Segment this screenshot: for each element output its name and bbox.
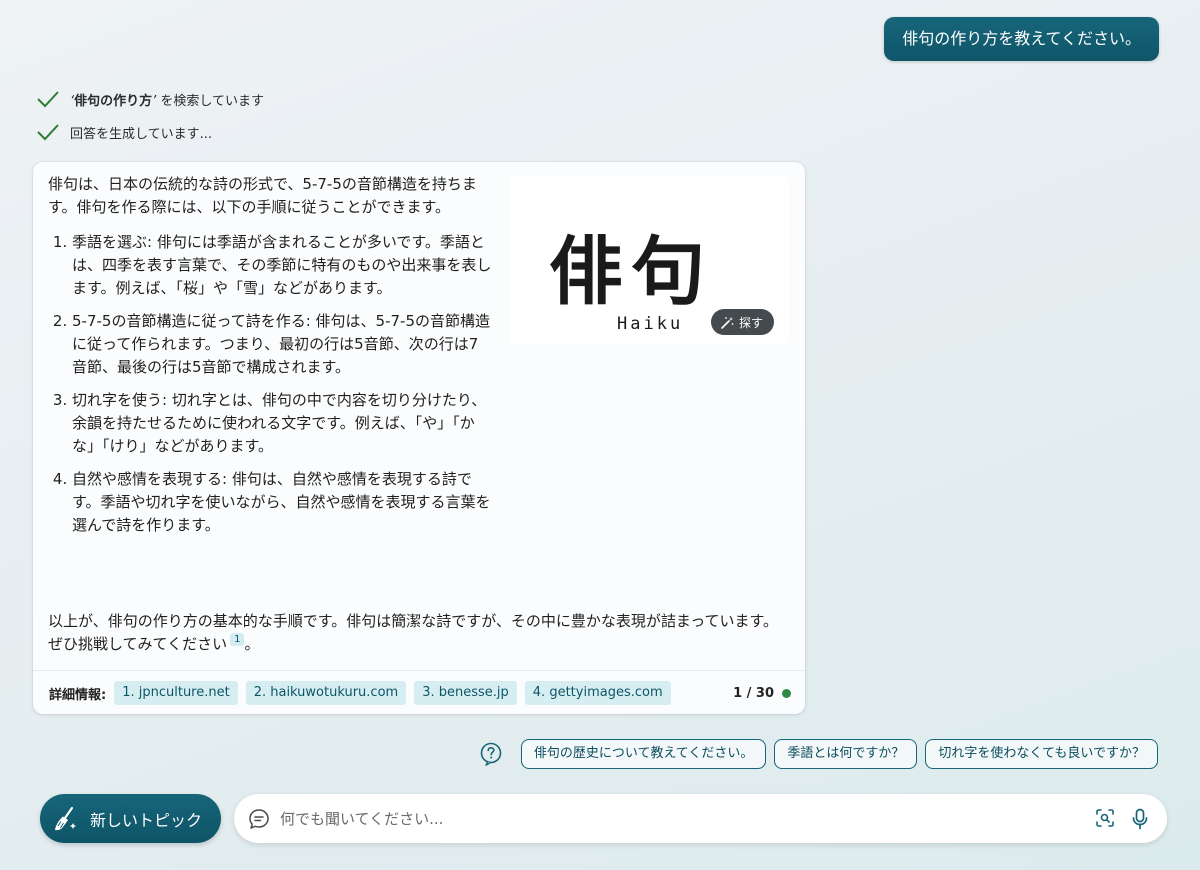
source-link[interactable]: 1. jpnculture.net	[114, 681, 238, 705]
answer-card: 俳句は、日本の伝統的な詩の形式で、5-7-5の音節構造を持ちます。俳句を作る際に…	[33, 162, 805, 714]
new-topic-label: 新しいトピック	[90, 810, 203, 830]
answer-intro: 俳句は、日本の伝統的な詩の形式で、5-7-5の音節構造を持ちます。俳句を作る際に…	[48, 175, 477, 216]
answer-conclusion: 以上が、俳句の作り方の基本的な手順です。俳句は簡潔な詩ですが、その中に豊かな表現…	[48, 612, 779, 653]
source-link[interactable]: 2. haikuwotukuru.com	[245, 681, 407, 705]
suggestions-bar: 俳句の歴史について教えてください。 季語とは何ですか？ 切れ字を使わなくても良い…	[479, 739, 1158, 769]
progress-generate-row: 回答を生成しています...	[36, 121, 264, 143]
answer-step: 自然や感情を表現する: 俳句は、自然や感情を表現する詩です。季語や切れ字を使いな…	[72, 468, 493, 537]
visual-search-icon[interactable]	[1095, 808, 1115, 828]
new-topic-button[interactable]: 新しいトピック	[40, 794, 221, 843]
chat-input[interactable]	[280, 809, 1060, 828]
microphone-icon[interactable]	[1132, 808, 1148, 830]
answer-step: 5-7-5の音節構造に従って詩を作る: 俳句は、5-7-5の音節構造に従って作ら…	[72, 310, 493, 379]
source-link[interactable]: 4. gettyimages.com	[524, 681, 671, 705]
sources-label: 詳細情報:	[49, 687, 107, 703]
user-message-bubble: 俳句の作り方を教えてください。	[884, 17, 1159, 61]
haiku-image-romaji: Haiku	[617, 314, 684, 334]
haiku-image-kanji: 俳句	[549, 229, 713, 315]
check-icon	[37, 124, 59, 141]
answer-step: 季語を選ぶ: 俳句には季語が含まれることが多いです。季語とは、四季を表す言葉で、…	[72, 231, 493, 300]
chat-icon	[249, 808, 269, 829]
turn-counter: 1 / 30	[733, 681, 791, 705]
progress-search-row: ‘俳句の作り方’ を検索しています	[36, 88, 264, 110]
check-icon	[37, 91, 59, 108]
suggestion-button[interactable]: 季語とは何ですか？	[774, 739, 918, 769]
source-link[interactable]: 3. benesse.jp	[414, 681, 517, 705]
image-search-button[interactable]: 探す	[711, 309, 775, 335]
chat-input-box[interactable]	[234, 794, 1167, 843]
answer-step: 切れ字を使う: 切れ字とは、俳句の中で内容を切り分けたり、余韻を持たせるために使…	[72, 389, 493, 458]
haiku-image[interactable]: 俳句 Haiku 探す	[509, 176, 789, 344]
sources-bar: 詳細情報: 1. jpnculture.net 2. haikuwotukuru…	[49, 681, 679, 705]
help-icon[interactable]	[479, 742, 503, 766]
answer-steps: 季語を選ぶ: 俳句には季語が含まれることが多いです。季語とは、四季を表す言葉で、…	[48, 231, 493, 537]
status-dot	[782, 688, 791, 698]
image-search-label: 探す	[739, 315, 764, 330]
citation-marker[interactable]: 1	[230, 633, 245, 646]
generate-status-text: 回答を生成しています...	[70, 126, 213, 142]
search-status-text: ‘俳句の作り方’ を検索しています	[70, 93, 265, 109]
broom-icon	[55, 806, 76, 830]
card-divider	[33, 670, 805, 671]
wand-icon	[721, 316, 734, 329]
answer-body: 俳句は、日本の伝統的な詩の形式で、5-7-5の音節構造を持ちます。俳句を作る際に…	[48, 173, 493, 547]
suggestion-button[interactable]: 切れ字を使わなくても良いですか？	[925, 739, 1158, 769]
turn-counter-text: 1 / 30	[733, 685, 774, 701]
search-query: 俳句の作り方	[74, 93, 153, 109]
progress-status: ‘俳句の作り方’ を検索しています 回答を生成しています...	[36, 88, 264, 154]
suggestion-button[interactable]: 俳句の歴史について教えてください。	[520, 739, 767, 769]
